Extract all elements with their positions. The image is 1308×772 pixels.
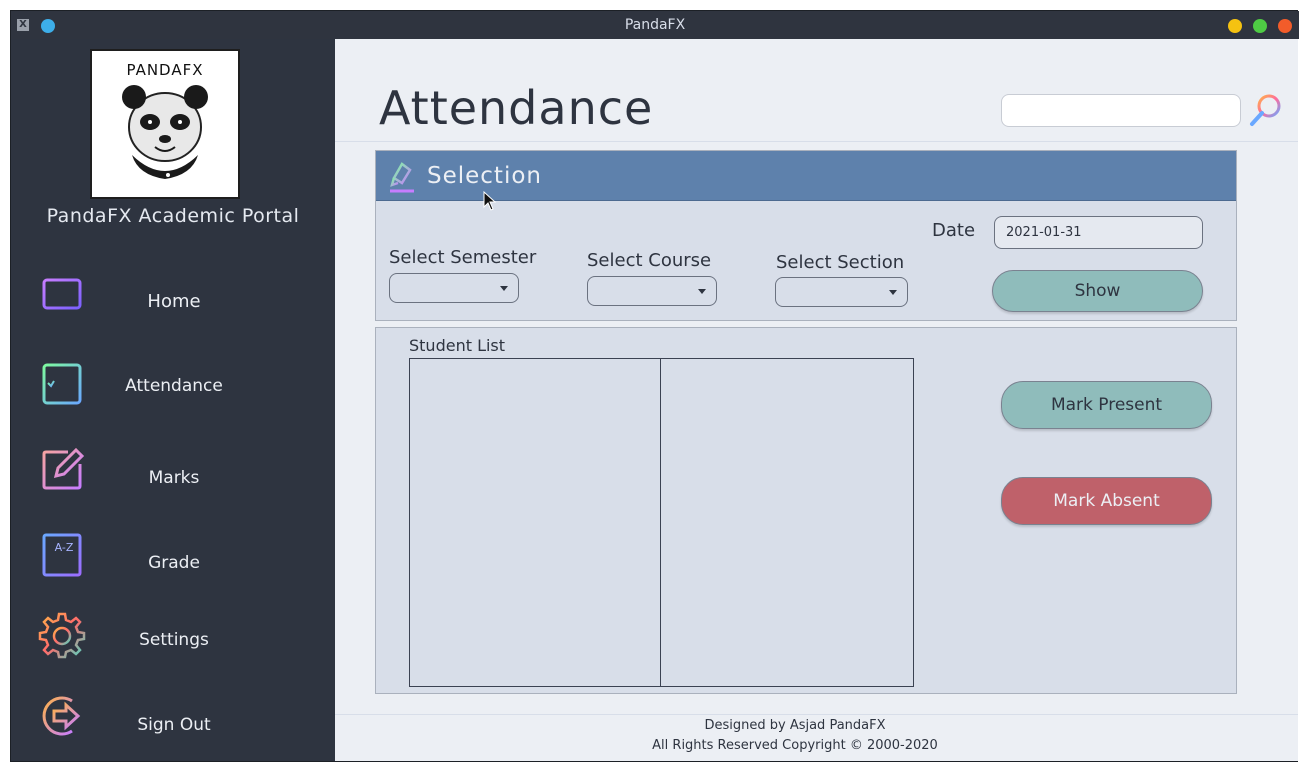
sidebar-item-sign-out[interactable]: Sign Out [14, 691, 332, 747]
sidebar-item-label: Attendance [125, 376, 223, 396]
selection-title: Selection [427, 163, 542, 189]
sidebar-item-label: Settings [139, 630, 209, 650]
date-field[interactable]: 2021-01-31 [994, 216, 1203, 249]
checklist-icon [42, 363, 82, 405]
window-title: PandaFX [624, 17, 686, 33]
course-label: Select Course [587, 250, 712, 271]
chevron-down-icon [698, 289, 706, 294]
search-icon[interactable] [1249, 93, 1283, 127]
section-label: Select Section [776, 252, 905, 273]
show-button[interactable]: Show [992, 270, 1203, 312]
gear-icon [38, 612, 86, 659]
sidebar: PANDAFX PandaFX Academic Portal Home Att… [14, 39, 335, 761]
selection-header: Selection [376, 151, 1236, 201]
close-button[interactable] [1278, 19, 1292, 33]
sidebar-item-label: Sign Out [137, 715, 211, 735]
mark-absent-button[interactable]: Mark Absent [1001, 477, 1212, 525]
chevron-down-icon [500, 286, 508, 291]
student-list-panel: Student List Mark Present Mark Absent [375, 327, 1237, 694]
footer-divider [335, 714, 1298, 715]
sidebar-item-marks[interactable]: Marks [14, 446, 332, 502]
grade-book-icon: A-Z [42, 533, 82, 577]
sidebar-item-home[interactable]: Home [14, 276, 332, 332]
sidebar-item-settings[interactable]: Settings [14, 611, 332, 667]
footer-copyright: All Rights Reserved Copyright © 2000-202… [652, 738, 938, 753]
sidebar-item-grade[interactable]: A-Z Grade [14, 531, 332, 587]
course-select[interactable] [587, 276, 717, 306]
maximize-button[interactable] [1253, 19, 1267, 33]
highlighter-icon [390, 162, 414, 193]
panda-logo: PANDAFX [90, 49, 240, 199]
main-content: Attendance Selection Select Semester Sel… [335, 39, 1298, 761]
semester-select[interactable] [389, 273, 519, 303]
sign-out-icon [42, 696, 81, 736]
mouse-cursor-icon [483, 191, 497, 211]
student-list-names[interactable] [409, 358, 661, 687]
semester-label: Select Semester [389, 247, 537, 268]
mark-present-button[interactable]: Mark Present [1001, 381, 1212, 429]
title-bar[interactable]: X PandaFX [11, 11, 1299, 39]
sidebar-item-label: Grade [148, 553, 200, 573]
panda-face-icon [122, 85, 208, 179]
selection-panel: Selection Select Semester Select Course … [375, 150, 1237, 321]
minimize-button[interactable] [1228, 19, 1242, 33]
edit-icon [42, 447, 85, 490]
date-label: Date [932, 220, 976, 241]
section-select[interactable] [775, 277, 908, 307]
page-title: Attendance [379, 81, 654, 135]
monitor-icon [42, 278, 82, 321]
svg-text:A-Z: A-Z [55, 541, 74, 554]
header-divider [335, 141, 1298, 142]
portal-title: PandaFX Academic Portal [46, 205, 300, 227]
search-input[interactable] [1001, 94, 1241, 127]
chevron-down-icon [889, 290, 897, 295]
student-list-label: Student List [409, 336, 506, 355]
student-list-status[interactable] [660, 358, 914, 687]
footer-credit: Designed by Asjad PandaFX [704, 718, 886, 733]
sidebar-item-label: Marks [148, 468, 200, 488]
app-window: X PandaFX PANDAFX PandaFX Academic Porta… [10, 10, 1299, 762]
sidebar-item-label: Home [147, 291, 201, 312]
sidebar-item-attendance[interactable]: Attendance [14, 361, 332, 417]
